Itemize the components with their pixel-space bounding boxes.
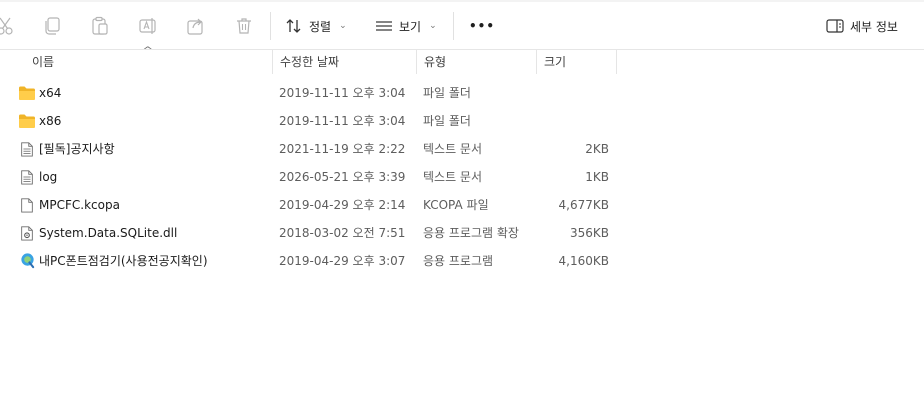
list-item-log[interactable]: log 2026-05-21 오후 3:39 텍스트 문서 1KB xyxy=(0,163,924,191)
file-name: System.Data.SQLite.dll xyxy=(39,226,178,240)
cut-icon[interactable] xyxy=(0,16,16,36)
chevron-down-icon: ⌄ xyxy=(429,21,437,31)
more-options-button[interactable]: ••• xyxy=(469,12,495,40)
file-name: MPCFC.kcopa xyxy=(39,198,120,212)
column-header-type[interactable]: 유형 xyxy=(418,50,536,74)
sort-button[interactable]: 정렬 ⌄ xyxy=(285,12,347,40)
file-type: KCOPA 파일 xyxy=(423,198,489,212)
toolbar-top-strip xyxy=(0,0,924,2)
list-item-x64[interactable]: x64 2019-11-11 오후 3:04 파일 폴더 xyxy=(0,79,924,107)
file-modified: 2019-11-11 오후 3:04 xyxy=(279,114,406,128)
paste-icon[interactable] xyxy=(90,16,110,36)
file-size: 1KB xyxy=(585,170,609,184)
column-divider[interactable] xyxy=(616,50,617,74)
file-size: 2KB xyxy=(585,142,609,156)
text-document-icon xyxy=(21,142,33,157)
file-type: 파일 폴더 xyxy=(423,114,471,128)
file-name: [필독]공지사항 xyxy=(39,142,115,156)
text-document-icon xyxy=(21,170,33,185)
view-label: 보기 xyxy=(399,19,422,34)
file-modified: 2018-03-02 오전 7:51 xyxy=(279,226,406,240)
sort-label: 정렬 xyxy=(309,19,332,34)
file-modified: 2019-04-29 오후 2:14 xyxy=(279,198,406,212)
details-pane-icon xyxy=(826,19,844,33)
list-item-sqlite-dll[interactable]: System.Data.SQLite.dll 2018-03-02 오전 7:5… xyxy=(0,219,924,247)
folder-icon xyxy=(19,114,35,128)
file-modified: 2026-05-21 오후 3:39 xyxy=(279,170,406,184)
sort-icon xyxy=(286,19,301,33)
view-button[interactable]: 보기 ⌄ xyxy=(375,12,437,40)
list-item-mpcfc[interactable]: MPCFC.kcopa 2019-04-29 오후 2:14 KCOPA 파일 … xyxy=(0,191,924,219)
column-header-modified[interactable]: 수정한 날짜 xyxy=(274,50,415,74)
list-item-notice[interactable]: [필독]공지사항 2021-11-19 오후 2:22 텍스트 문서 2KB xyxy=(0,135,924,163)
chevron-down-icon: ⌄ xyxy=(339,21,347,31)
copy-icon[interactable] xyxy=(42,16,62,36)
file-size xyxy=(517,79,609,107)
column-header-name[interactable]: 이름 xyxy=(26,50,272,74)
file-type: 텍스트 문서 xyxy=(423,142,483,156)
file-type: 파일 폴더 xyxy=(423,86,471,100)
toolbar-divider xyxy=(270,12,271,40)
file-size xyxy=(517,107,609,135)
column-header-size[interactable]: 크기 xyxy=(538,50,616,74)
details-label: 세부 정보 xyxy=(850,19,898,34)
command-bar: 정렬 ⌄ 보기 ⌄ ••• 세부 정보 xyxy=(0,0,924,50)
file-size: 4,160KB xyxy=(558,254,609,268)
file-size: 4,677KB xyxy=(558,198,609,212)
column-divider[interactable] xyxy=(536,50,537,74)
rename-icon[interactable] xyxy=(138,16,158,36)
file-name: 내PC폰트점검기(사용전공지확인) xyxy=(39,254,208,268)
file-icon xyxy=(21,198,33,213)
file-size: 356KB xyxy=(569,226,609,240)
file-type: 응용 프로그램 확장 xyxy=(423,226,519,240)
folder-icon xyxy=(19,86,35,100)
column-header-row: 이름 수정한 날짜 유형 크기 xyxy=(0,50,924,74)
column-divider[interactable] xyxy=(416,50,417,74)
column-divider[interactable] xyxy=(272,50,273,74)
more-icon: ••• xyxy=(469,19,496,33)
file-name: log xyxy=(39,170,58,184)
file-type: 응용 프로그램 xyxy=(423,254,494,268)
file-modified: 2021-11-19 오후 2:22 xyxy=(279,142,406,156)
file-name: x64 xyxy=(39,86,62,100)
file-type: 텍스트 문서 xyxy=(423,170,483,184)
share-icon[interactable] xyxy=(186,16,206,36)
view-lines-icon xyxy=(376,21,392,31)
dll-icon xyxy=(21,226,33,241)
file-name: x86 xyxy=(39,114,62,128)
file-modified: 2019-11-11 오후 3:04 xyxy=(279,86,406,100)
file-modified: 2019-04-29 오후 3:07 xyxy=(279,254,406,268)
list-item-font-checker-app[interactable]: 내PC폰트점검기(사용전공지확인) 2019-04-29 오후 3:07 응용 … xyxy=(0,247,924,275)
delete-icon[interactable] xyxy=(234,16,254,36)
list-item-x86[interactable]: x86 2019-11-11 오후 3:04 파일 폴더 xyxy=(0,107,924,135)
toolbar-divider xyxy=(453,12,454,40)
app-icon xyxy=(21,253,35,269)
details-pane-button[interactable]: 세부 정보 xyxy=(826,12,898,40)
